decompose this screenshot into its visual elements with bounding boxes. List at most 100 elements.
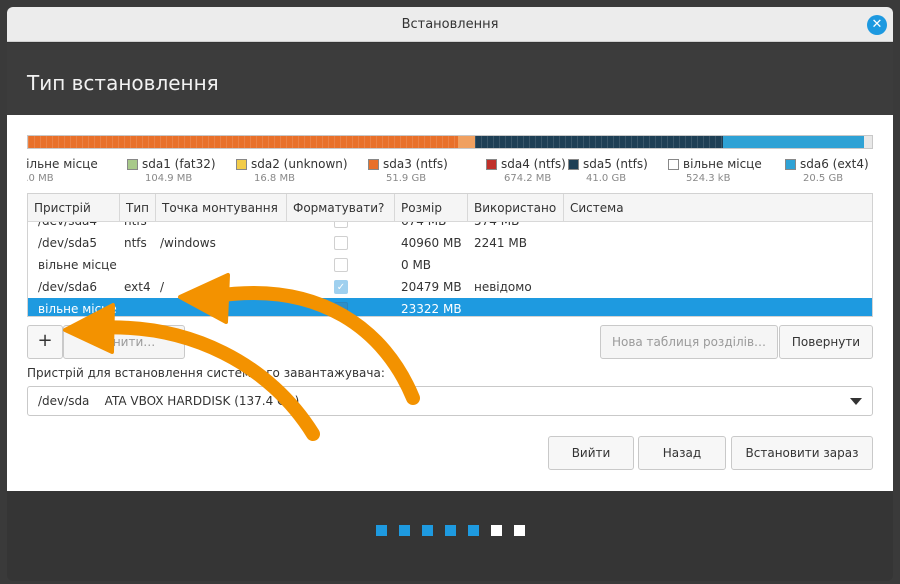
- cell-type: [120, 298, 124, 316]
- cell-system: [564, 276, 574, 298]
- legend-item: sda4 (ntfs) 674.2 MB: [486, 157, 566, 184]
- close-button[interactable]: ✕: [867, 15, 887, 35]
- format-checkbox[interactable]: [334, 258, 348, 272]
- format-checkbox[interactable]: ✓: [334, 280, 348, 294]
- legend-label: sda1 (fat32): [142, 157, 216, 171]
- cell-size: 674 MB: [395, 222, 446, 232]
- table-header: Пристрій Тип Точка монтування Форматуват…: [28, 194, 872, 222]
- cell-size: 23322 MB: [401, 302, 462, 316]
- legend-swatch: [127, 158, 138, 170]
- quit-button[interactable]: Вийти: [548, 436, 634, 470]
- column-used[interactable]: Використано: [468, 194, 564, 222]
- cell-device: вільне місце: [38, 258, 117, 272]
- column-type[interactable]: Тип: [120, 194, 156, 222]
- cell-size: 40960 MB: [401, 236, 462, 250]
- cell-mount: [156, 222, 160, 232]
- legend-label: sda3 (ntfs): [383, 157, 448, 171]
- step-dot: [444, 525, 456, 536]
- cell-used: 574 MB: [468, 222, 519, 232]
- legend-item: вільне місце 1.0 MB: [27, 157, 98, 184]
- legend-item: sda6 (ext4) 20.5 GB: [785, 157, 869, 184]
- cell-type: [120, 254, 124, 276]
- format-checkbox[interactable]: [334, 302, 348, 316]
- legend-item: sda3 (ntfs) 51.9 GB: [368, 157, 448, 184]
- legend-swatch: [668, 158, 679, 170]
- partition-bar-segment: [28, 136, 459, 148]
- legend-swatch: [785, 158, 796, 170]
- add-partition-button[interactable]: +: [27, 325, 63, 359]
- legend-size: 51.9 GB: [386, 173, 427, 184]
- legend-label: sda2 (unknown): [251, 157, 348, 171]
- partition-bar-segment: [474, 136, 724, 148]
- partition-bar-segment: [723, 136, 864, 148]
- cell-mount: /windows: [160, 236, 216, 250]
- partition-bar-segment: [863, 136, 872, 148]
- cell-mount: [156, 254, 160, 276]
- cell-mount: /: [160, 280, 165, 294]
- cell-size: 0 MB: [401, 258, 432, 272]
- legend-swatch: [236, 158, 247, 170]
- cell-system: [564, 254, 574, 276]
- legend-size: 104.9 MB: [145, 173, 193, 184]
- cell-used: невідомо: [474, 280, 532, 294]
- column-size[interactable]: Розмір: [395, 194, 468, 222]
- legend-swatch: [568, 158, 579, 170]
- format-checkbox[interactable]: [334, 222, 348, 228]
- partition-bar-segment: [458, 136, 475, 148]
- cell-device: /dev/sda6: [38, 280, 98, 294]
- step-dot: [421, 525, 433, 536]
- bootloader-device-select[interactable]: /dev/sda ATA VBOX HARDDISK (137.4 GB): [27, 386, 873, 416]
- legend-item: sda5 (ntfs) 41.0 GB: [568, 157, 648, 184]
- cell-system: [564, 232, 574, 254]
- window-title: Встановлення: [401, 17, 499, 32]
- table-row[interactable]: вільне місце 23322 MB: [28, 298, 872, 316]
- main-content: вільне місце1.0 MBsda1 (fat32)104.9 MBsd…: [7, 115, 893, 491]
- change-partition-button[interactable]: Змінити…: [63, 325, 185, 359]
- cell-device: /dev/sda5: [38, 236, 98, 250]
- legend-label: sda6 (ext4): [800, 157, 869, 171]
- partition-legend: вільне місце1.0 MBsda1 (fat32)104.9 MBsd…: [27, 157, 873, 187]
- table-body: /dev/sda4 ntfs 674 MB 574 MB/dev/sda5 ntfs/w…: [28, 222, 872, 316]
- page-header: Тип встановлення: [7, 43, 893, 115]
- step-dot: [375, 525, 387, 536]
- table-row[interactable]: /dev/sda6 ext4 / 20479 MB невідомо ✓: [28, 276, 872, 298]
- table-row[interactable]: вільне місце 0 MB: [28, 254, 872, 276]
- legend-label: вільне місце: [683, 157, 762, 171]
- cell-mount: [156, 298, 160, 316]
- table-row[interactable]: /dev/sda5 ntfs/windows 40960 MB 2241 MB: [28, 232, 872, 254]
- bootloader-label: Пристрій для встановлення системного зав…: [27, 366, 385, 380]
- cell-type: ntfs: [124, 236, 147, 250]
- cell-size: 20479 MB: [401, 280, 462, 294]
- revert-button[interactable]: Повернути: [779, 325, 873, 359]
- format-checkbox[interactable]: [334, 236, 348, 250]
- cell-system: [564, 222, 574, 232]
- cell-used: 2241 MB: [474, 236, 527, 250]
- cell-system: [564, 298, 574, 316]
- installer-window: Встановлення ✕ Тип встановлення вільне м…: [7, 7, 893, 581]
- cell-used: [468, 298, 474, 316]
- bootloader-device-value: /dev/sda ATA VBOX HARDDISK (137.4 GB): [38, 394, 300, 408]
- column-format[interactable]: Форматувати?: [287, 194, 395, 222]
- cell-used: [468, 254, 474, 276]
- legend-size: 674.2 MB: [504, 173, 552, 184]
- install-now-button[interactable]: Встановити зараз: [731, 436, 873, 470]
- legend-item: sda1 (fat32) 104.9 MB: [127, 157, 216, 184]
- legend-item: sda2 (unknown) 16.8 MB: [236, 157, 348, 184]
- legend-label: sda5 (ntfs): [583, 157, 648, 171]
- cell-device: вільне місце: [38, 302, 117, 316]
- column-mount[interactable]: Точка монтування: [156, 194, 287, 222]
- column-device[interactable]: Пристрій: [28, 194, 120, 222]
- step-dot: [398, 525, 410, 536]
- column-system[interactable]: Система: [564, 194, 872, 222]
- step-dot: [490, 525, 502, 536]
- back-button[interactable]: Назад: [638, 436, 726, 470]
- legend-swatch: [486, 158, 497, 170]
- partition-bar: [27, 135, 873, 149]
- legend-size: 41.0 GB: [586, 173, 627, 184]
- table-row[interactable]: /dev/sda4 ntfs 674 MB 574 MB: [28, 222, 872, 232]
- partition-table: Пристрій Тип Точка монтування Форматуват…: [27, 193, 873, 317]
- close-icon: ✕: [871, 17, 883, 32]
- new-partition-table-button[interactable]: Нова таблиця розділів…: [600, 325, 778, 359]
- cell-type: ntfs: [120, 222, 147, 232]
- cell-type: ext4: [124, 280, 151, 294]
